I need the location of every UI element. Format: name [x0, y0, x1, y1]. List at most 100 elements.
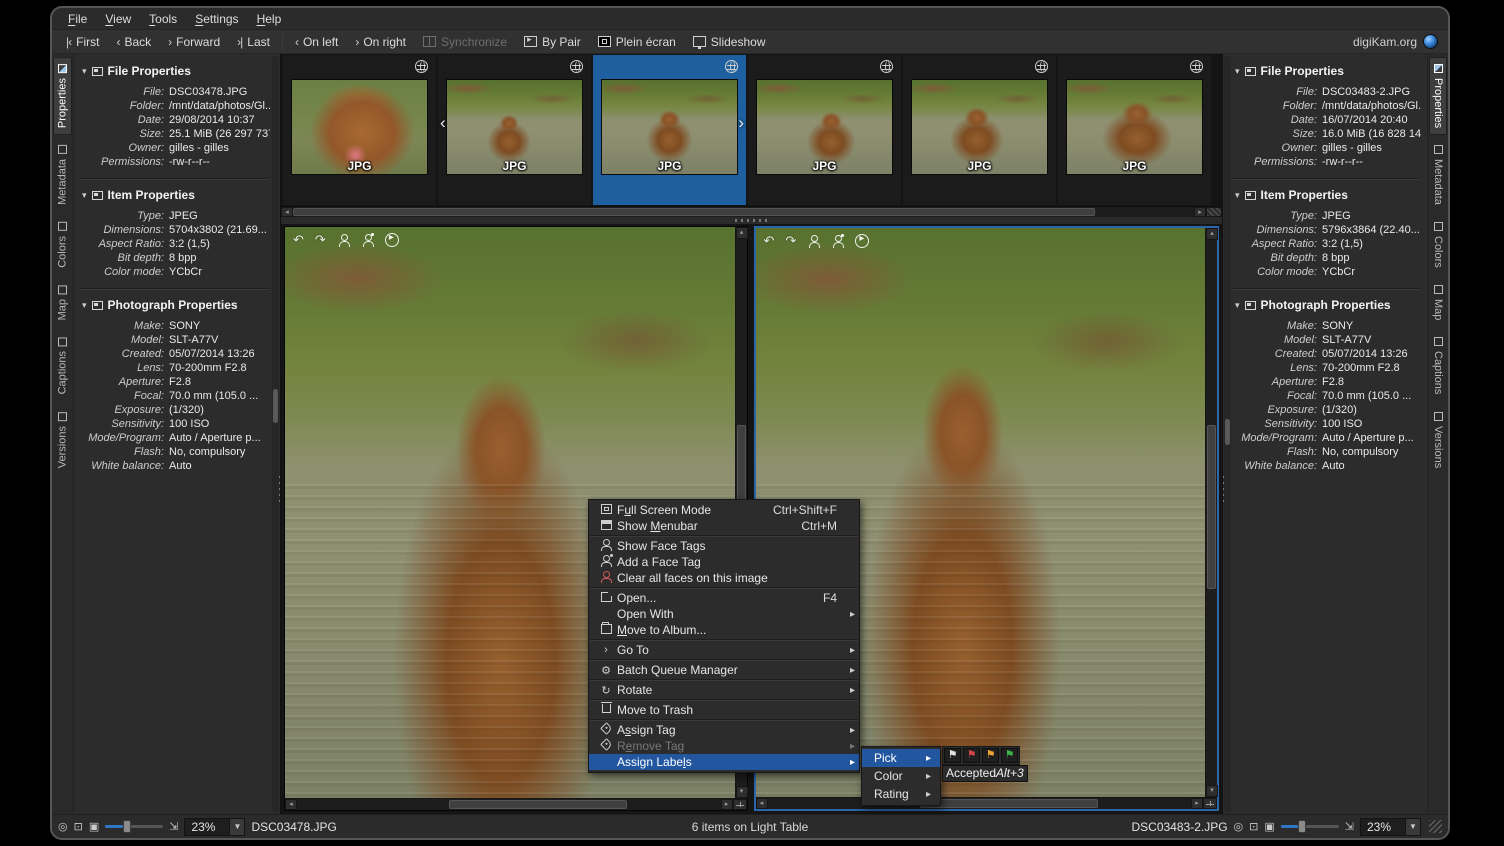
menu-item-show-face-tags[interactable]: Show Face Tags [589, 538, 859, 554]
sidebar-tab-versions[interactable]: Versions [1429, 405, 1447, 475]
zoom-fit-icon[interactable]: ⇲ [169, 820, 178, 833]
menu-item-move-to-album[interactable]: Move to Album... [589, 622, 859, 638]
rotate-left-icon[interactable]: ↶ [293, 233, 304, 247]
sidebar-tab-properties[interactable]: Properties [53, 57, 72, 135]
pan-icon[interactable] [733, 799, 747, 810]
sidebar-tab-captions[interactable]: Captions [1429, 330, 1447, 401]
thumbnail-item[interactable]: JPG [903, 55, 1056, 205]
scroll-left-arrow[interactable]: ◂ [285, 799, 297, 810]
left-panel-scrollbar[interactable] [272, 56, 279, 812]
scrollbar-thumb[interactable] [293, 208, 1095, 216]
scroll-left-arrow[interactable]: ◂ [281, 207, 293, 217]
menubar-item-tools[interactable]: Tools [141, 10, 185, 28]
rotate-left-icon[interactable]: ↶ [764, 234, 775, 248]
vertical-scrollbar[interactable]: ▴ ▾ [1205, 228, 1217, 797]
right-zoom-combo[interactable]: 23% ▼ [1360, 818, 1421, 836]
fit-window-icon[interactable]: ◎ [1234, 820, 1244, 833]
menu-item-full-screen-mode[interactable]: Full Screen ModeCtrl+Shift+F [589, 502, 859, 518]
scrollbar-thumb[interactable] [273, 389, 278, 423]
zoom-100-icon[interactable]: ▣ [1264, 820, 1274, 833]
toolbar-button-last[interactable]: ›|Last [229, 33, 278, 51]
menu-item-move-to-trash[interactable]: Move to Trash [589, 702, 859, 718]
rotate-right-icon[interactable]: ↷ [785, 234, 796, 248]
collapse-caret-icon[interactable]: ▾ [82, 190, 87, 201]
menu-item-add-a-face-tag[interactable]: Add a Face Tag [589, 554, 859, 570]
menu-item-rotate[interactable]: ↻Rotate▸ [589, 682, 859, 698]
scrollbar-thumb[interactable] [1207, 425, 1216, 589]
toolbar-button-on-right[interactable]: ›On right [347, 33, 414, 51]
thumbnail-item[interactable]: JPG‹ [438, 55, 591, 205]
thumbnail-item[interactable]: JPG [1058, 55, 1211, 205]
left-zoom-combo[interactable]: 23% ▼ [184, 818, 245, 836]
submenu-item-color[interactable]: Color▸ [862, 767, 940, 785]
toolbar-button-on-left[interactable]: ‹On left [287, 33, 346, 51]
menubar-item-view[interactable]: View [97, 10, 139, 28]
scrollbar-thumb[interactable] [920, 799, 1098, 808]
menubar-item-help[interactable]: Help [249, 10, 290, 28]
slideshow-icon[interactable] [855, 234, 869, 248]
sidebar-tab-map[interactable]: Map [53, 278, 72, 327]
horizontal-scrollbar[interactable] [297, 799, 721, 810]
show-face-tags-icon[interactable] [337, 233, 350, 247]
section-header-photograph-properties[interactable]: ▾Photograph Properties [1235, 298, 1421, 312]
menu-item-open-with[interactable]: Open With▸ [589, 606, 859, 622]
zoom-fit-icon[interactable]: ⇲ [1345, 820, 1354, 833]
collapse-caret-icon[interactable]: ▾ [1235, 66, 1240, 77]
right-zoom-value[interactable]: 23% [1360, 818, 1406, 836]
slideshow-icon[interactable] [385, 233, 399, 247]
left-zoom-slider[interactable] [105, 825, 163, 828]
nav-previous-icon[interactable]: ‹ [440, 113, 446, 133]
collapse-caret-icon[interactable]: ▾ [1235, 300, 1240, 311]
left-zoom-value[interactable]: 23% [184, 818, 230, 836]
flag-button-pending-flag-icon[interactable]: ⚑ [982, 748, 999, 763]
thumbnail-item[interactable]: JPG› [593, 55, 746, 205]
toolbar-button-first[interactable]: |‹First [58, 33, 107, 51]
sidebar-tab-versions[interactable]: Versions [53, 405, 72, 475]
scroll-left-arrow[interactable]: ◂ [756, 798, 768, 809]
menu-item-open[interactable]: Open...F4 [589, 590, 859, 606]
pan-icon[interactable] [1203, 798, 1217, 809]
flag-button-no-pick-flag-icon[interactable]: ⚑ [944, 748, 961, 763]
collapse-caret-icon[interactable]: ▾ [1235, 190, 1240, 201]
scroll-down-arrow[interactable]: ▾ [736, 786, 748, 798]
toolbar-button-back[interactable]: ‹Back [108, 33, 159, 51]
zoom-100-icon[interactable]: ▣ [89, 820, 99, 833]
menu-item-go-to[interactable]: ›Go To▸ [589, 642, 859, 658]
rotate-right-icon[interactable]: ↷ [315, 233, 326, 247]
sidebar-tab-map[interactable]: Map [1429, 278, 1447, 327]
panel-splitter-handle[interactable] [279, 476, 280, 502]
right-zoom-slider[interactable] [1281, 825, 1339, 828]
sidebar-tab-captions[interactable]: Captions [53, 330, 72, 401]
thumbnail-item[interactable]: JPG [748, 55, 901, 205]
thumbnail-item[interactable]: JPG [283, 55, 436, 205]
toolbar-button-by-pair[interactable]: By Pair [516, 33, 589, 51]
resize-handle[interactable] [1206, 207, 1222, 217]
sidebar-tab-colors[interactable]: Colors [1429, 215, 1447, 275]
submenu-item-pick[interactable]: Pick▸ [862, 749, 940, 767]
menu-item-batch-queue-manager[interactable]: ⚙Batch Queue Manager▸ [589, 662, 859, 678]
nav-next-icon[interactable]: › [738, 113, 744, 133]
toolbar-button-plein-écran[interactable]: Plein écran [590, 33, 684, 51]
section-header-file-properties[interactable]: ▾File Properties [1235, 64, 1421, 78]
fit-selection-icon[interactable]: ⊡ [1249, 820, 1258, 833]
flag-button-accepted-flag-icon[interactable]: ⚑ [1001, 748, 1018, 763]
scroll-track[interactable] [293, 207, 1194, 217]
panel-splitter-handle[interactable] [1223, 476, 1224, 502]
horizontal-splitter[interactable] [281, 217, 1222, 224]
scrollbar-thumb[interactable] [449, 800, 627, 809]
chevron-down-icon[interactable]: ▼ [230, 818, 245, 836]
fit-selection-icon[interactable]: ⊡ [74, 820, 83, 833]
sidebar-tab-properties[interactable]: Properties [1429, 57, 1447, 135]
scroll-up-arrow[interactable]: ▴ [736, 227, 748, 239]
fit-window-icon[interactable]: ◎ [58, 820, 68, 833]
chevron-down-icon[interactable]: ▼ [1406, 818, 1421, 836]
scroll-down-arrow[interactable]: ▾ [1206, 785, 1218, 797]
sidebar-tab-colors[interactable]: Colors [53, 215, 72, 275]
show-face-tags-icon[interactable] [807, 234, 820, 248]
collapse-caret-icon[interactable]: ▾ [82, 66, 87, 77]
scrollbar-thumb[interactable] [1225, 419, 1230, 445]
right-panel-scrollbar[interactable] [1224, 56, 1231, 812]
scroll-right-arrow[interactable]: ▸ [1191, 798, 1203, 809]
window-resize-grip[interactable] [1429, 820, 1442, 833]
section-header-file-properties[interactable]: ▾File Properties [82, 64, 270, 78]
